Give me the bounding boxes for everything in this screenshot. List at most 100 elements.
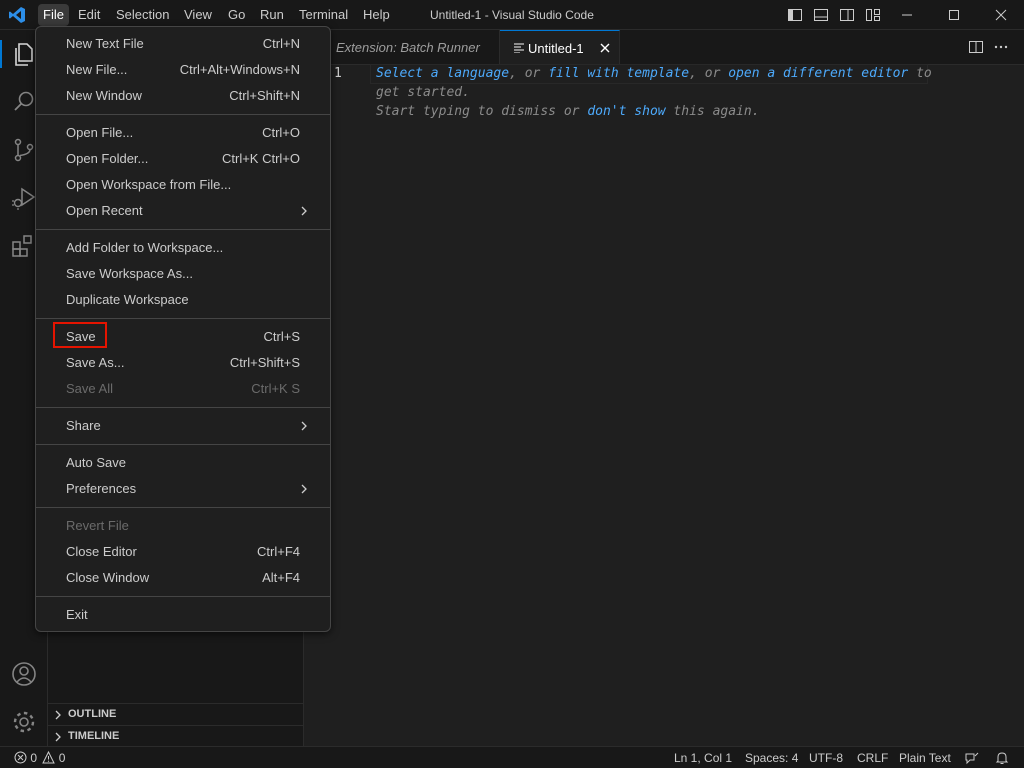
menu-item-label: Close Editor bbox=[66, 544, 137, 559]
menu-item-save-workspace-as[interactable]: Save Workspace As... bbox=[40, 261, 326, 287]
tab-label: Untitled-1 bbox=[528, 41, 584, 56]
menu-item-label: Add Folder to Workspace... bbox=[66, 240, 224, 255]
minimize-button[interactable] bbox=[884, 0, 930, 30]
active-indicator bbox=[0, 40, 2, 68]
tab-untitled-1[interactable]: Untitled-1 bbox=[500, 30, 620, 65]
menu-item-auto-save[interactable]: Auto Save bbox=[40, 450, 326, 476]
toggle-primary-sidebar-icon[interactable] bbox=[787, 7, 803, 23]
menu-item-new-file[interactable]: New File... Ctrl+Alt+Windows+N bbox=[40, 57, 326, 83]
menu-terminal[interactable]: Terminal bbox=[294, 4, 353, 26]
line-number: 1 bbox=[334, 66, 342, 81]
window-title: Untitled-1 - Visual Studio Code bbox=[430, 8, 594, 22]
more-actions-icon[interactable] bbox=[993, 39, 1009, 55]
menu-selection[interactable]: Selection bbox=[111, 4, 174, 26]
split-editor-icon[interactable] bbox=[968, 39, 984, 55]
tab-label: Extension: Batch Runner bbox=[336, 40, 480, 55]
error-count: 0 bbox=[30, 751, 38, 765]
menu-item-label: Revert File bbox=[66, 518, 129, 533]
extensions-icon[interactable] bbox=[10, 232, 38, 260]
language-mode[interactable]: Plain Text bbox=[899, 747, 951, 768]
menu-item-open-recent[interactable]: Open Recent bbox=[40, 198, 326, 224]
minimize-icon bbox=[902, 14, 912, 16]
menu-item-label: New File... bbox=[66, 62, 128, 77]
chevron-right-icon bbox=[55, 710, 61, 720]
menu-edit[interactable]: Edit bbox=[73, 4, 105, 26]
menu-item-revert-file: Revert File bbox=[40, 513, 326, 539]
menu-item-add-folder[interactable]: Add Folder to Workspace... bbox=[40, 235, 326, 261]
chevron-right-icon bbox=[301, 484, 307, 494]
menu-item-new-text-file[interactable]: New Text File Ctrl+N bbox=[40, 31, 326, 57]
hint-text: , or bbox=[509, 66, 549, 81]
chevron-right-icon bbox=[301, 421, 307, 431]
menu-item-shortcut: Ctrl+O bbox=[262, 125, 300, 140]
explorer-icon[interactable] bbox=[10, 40, 38, 68]
editor-hint-line-2: get started. bbox=[376, 85, 470, 100]
notifications-bell-icon[interactable] bbox=[995, 751, 1009, 765]
menu-item-shortcut: Ctrl+F4 bbox=[257, 544, 300, 559]
cursor-position[interactable]: Ln 1, Col 1 bbox=[674, 747, 732, 768]
file-menu-dropdown: New Text File Ctrl+N New File... Ctrl+Alt+… bbox=[35, 26, 331, 632]
menu-item-close-editor[interactable]: Close Editor Ctrl+F4 bbox=[40, 539, 326, 565]
close-window-button[interactable] bbox=[978, 0, 1024, 30]
outline-section-header[interactable]: OUTLINE bbox=[48, 703, 304, 725]
toggle-panel-icon[interactable] bbox=[813, 7, 829, 23]
menu-item-save-as[interactable]: Save As... Ctrl+Shift+S bbox=[40, 350, 326, 376]
menu-separator bbox=[36, 114, 330, 115]
editor-tab-bar: Extension: Batch Runner Untitled-1 bbox=[304, 30, 1024, 65]
menu-item-duplicate-workspace[interactable]: Duplicate Workspace bbox=[40, 287, 326, 313]
menu-view[interactable]: View bbox=[179, 4, 217, 26]
toggle-secondary-sidebar-icon[interactable] bbox=[839, 7, 855, 23]
menu-item-preferences[interactable]: Preferences bbox=[40, 476, 326, 502]
vscode-logo-icon bbox=[9, 7, 25, 23]
eol-setting[interactable]: CRLF bbox=[857, 747, 888, 768]
editor-hint-line-1: Select a language, or fill with template… bbox=[376, 66, 932, 81]
source-control-icon[interactable] bbox=[10, 136, 38, 164]
text-file-icon bbox=[514, 43, 524, 53]
menu-item-label: New Text File bbox=[66, 36, 144, 51]
timeline-section-header[interactable]: TIMELINE bbox=[48, 725, 304, 747]
problems-indicator[interactable]: 0 0 bbox=[14, 747, 65, 768]
menu-item-label: New Window bbox=[66, 88, 142, 103]
menu-separator bbox=[36, 407, 330, 408]
menu-item-open-file[interactable]: Open File... Ctrl+O bbox=[40, 120, 326, 146]
menu-file[interactable]: File bbox=[38, 4, 69, 26]
menu-item-label: Close Window bbox=[66, 570, 150, 585]
menu-help[interactable]: Help bbox=[358, 4, 395, 26]
customize-layout-icon[interactable] bbox=[865, 7, 881, 23]
warning-icon bbox=[42, 750, 56, 764]
hint-text: Start typing to dismiss or bbox=[376, 104, 588, 119]
menu-item-exit[interactable]: Exit bbox=[40, 602, 326, 628]
maximize-icon bbox=[949, 10, 959, 20]
menu-item-share[interactable]: Share bbox=[40, 413, 326, 439]
status-bar: 0 0 Ln 1, Col 1 Spaces: 4 UTF-8 CRLF Pla… bbox=[0, 746, 1024, 768]
select-language-link[interactable]: Select a language bbox=[376, 66, 509, 81]
close-icon[interactable] bbox=[599, 42, 611, 54]
fill-template-link[interactable]: fill with template bbox=[548, 66, 689, 81]
accounts-icon[interactable] bbox=[10, 660, 38, 688]
menu-item-open-folder[interactable]: Open Folder... Ctrl+K Ctrl+O bbox=[40, 146, 326, 172]
menu-item-label: Share bbox=[66, 418, 101, 433]
maximize-button[interactable] bbox=[931, 0, 977, 30]
settings-gear-icon[interactable] bbox=[10, 708, 38, 736]
menu-item-open-workspace[interactable]: Open Workspace from File... bbox=[40, 172, 326, 198]
dont-show-link[interactable]: don't show bbox=[587, 104, 665, 119]
menu-separator bbox=[36, 507, 330, 508]
hint-text: to bbox=[908, 66, 932, 81]
menu-item-shortcut: Ctrl+Alt+Windows+N bbox=[179, 62, 300, 77]
menu-item-new-window[interactable]: New Window Ctrl+Shift+N bbox=[40, 83, 326, 109]
feedback-icon[interactable] bbox=[965, 751, 979, 765]
tab-extension-batch-runner[interactable]: Extension: Batch Runner bbox=[304, 30, 500, 65]
menu-item-shortcut: Alt+F4 bbox=[262, 570, 300, 585]
indentation-setting[interactable]: Spaces: 4 bbox=[745, 747, 798, 768]
menu-go[interactable]: Go bbox=[223, 4, 250, 26]
menu-item-close-window[interactable]: Close Window Alt+F4 bbox=[40, 565, 326, 591]
open-different-editor-link[interactable]: open a different editor bbox=[728, 66, 908, 81]
search-icon[interactable] bbox=[10, 88, 38, 116]
encoding-setting[interactable]: UTF-8 bbox=[809, 747, 843, 768]
menu-item-label: Exit bbox=[66, 607, 88, 622]
menu-run[interactable]: Run bbox=[255, 4, 289, 26]
run-debug-icon[interactable] bbox=[10, 184, 38, 212]
menu-item-shortcut: Ctrl+Shift+S bbox=[229, 355, 300, 370]
hint-text: , or bbox=[689, 66, 729, 81]
warning-count: 0 bbox=[58, 751, 66, 765]
